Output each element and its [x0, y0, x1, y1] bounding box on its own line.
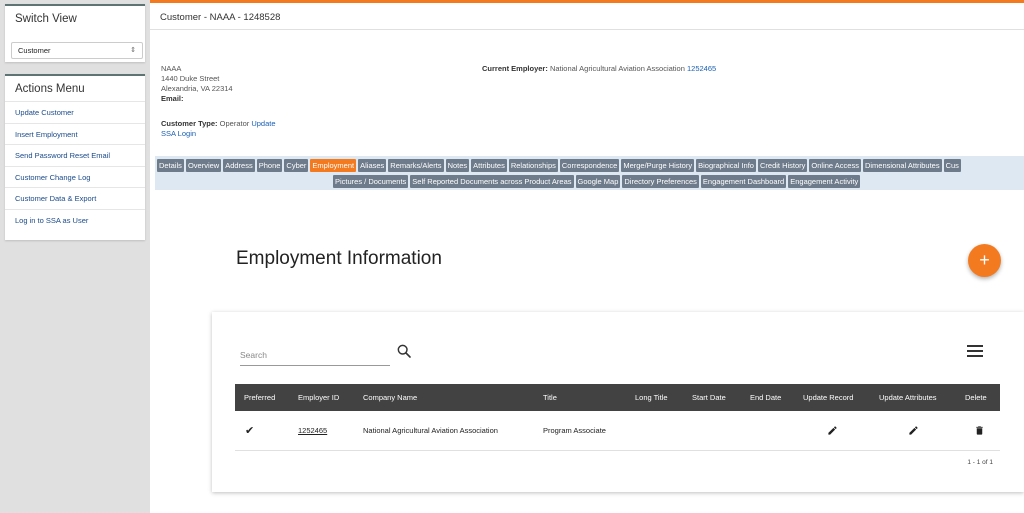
col-company-name[interactable]: Company Name [363, 384, 417, 411]
action-login-ssa-as-user[interactable]: Log in to SSA as User [5, 210, 145, 232]
tab-correspondence[interactable]: Correspondence [559, 159, 620, 172]
table-header: Preferred Employer ID Company Name Title… [235, 384, 1000, 411]
action-customer-data-export[interactable]: Customer Data & Export [5, 188, 145, 210]
tab-cyber[interactable]: Cyber [284, 159, 309, 172]
customer-email-label: Email: [161, 94, 184, 103]
main-content: Customer - NAAA - 1248528 NAAA 1440 Duke… [150, 0, 1024, 513]
current-employer-label: Current Employer: [482, 64, 548, 73]
tab-dimensional-attributes[interactable]: Dimensional Attributes [862, 159, 942, 172]
tab-phone[interactable]: Phone [256, 159, 283, 172]
update-attributes-pencil-icon[interactable] [908, 425, 919, 436]
current-employer-id-link[interactable]: 1252465 [687, 64, 716, 73]
customer-city: Alexandria, VA 22314 [161, 84, 233, 93]
tab-engagement-activity[interactable]: Engagement Activity [788, 175, 861, 188]
tab-google-map[interactable]: Google Map [575, 175, 621, 188]
add-employment-button[interactable]: + [968, 244, 1001, 277]
current-employer: Current Employer: National Agricultural … [482, 64, 716, 73]
col-preferred[interactable]: Preferred [244, 384, 275, 411]
sort-arrows-icon: ⇕ [130, 47, 136, 54]
current-employer-name: National Agricultural Aviation Associati… [549, 64, 685, 73]
col-employer-id[interactable]: Employer ID [298, 384, 339, 411]
col-title[interactable]: Title [543, 384, 557, 411]
tab-merge-purge-history[interactable]: Merge/Purge History [621, 159, 695, 172]
customer-type-update-link[interactable]: Update [251, 119, 275, 128]
left-sidebar: Switch View Customer ⇕ Actions Menu Upda… [0, 0, 150, 513]
table-row: ✔ 1252465 National Agricultural Aviation… [235, 417, 1000, 451]
actions-menu-panel: Actions Menu Update Customer Insert Empl… [5, 74, 145, 240]
tab-online-access[interactable]: Online Access [809, 159, 861, 172]
action-send-password-reset[interactable]: Send Password Reset Email [5, 145, 145, 167]
customer-type-label: Customer Type: [161, 119, 218, 128]
actions-menu-title: Actions Menu [5, 76, 145, 102]
tab-notes[interactable]: Notes [445, 159, 470, 172]
switch-view-selected: Customer [18, 46, 51, 55]
tab-row-2: Pictures / Documents Self Reported Docume… [333, 175, 861, 188]
customer-address-block: NAAA 1440 Duke Street Alexandria, VA 223… [161, 64, 233, 104]
tab-biographical-info[interactable]: Biographical Info [696, 159, 756, 172]
tab-engagement-dashboard[interactable]: Engagement Dashboard [700, 175, 787, 188]
customer-type-block: Customer Type: Operator Update SSA Login [161, 119, 276, 139]
action-insert-employment[interactable]: Insert Employment [5, 124, 145, 145]
tab-details[interactable]: Details [157, 159, 184, 172]
switch-view-title: Switch View [15, 13, 77, 25]
menu-icon[interactable] [967, 344, 983, 358]
update-record-pencil-icon[interactable] [827, 425, 838, 436]
tab-pictures-documents[interactable]: Pictures / Documents [333, 175, 409, 188]
tab-employment[interactable]: Employment [310, 159, 357, 172]
pagination-text: 1 - 1 of 1 [967, 459, 993, 466]
customer-name: NAAA [161, 64, 182, 73]
customer-street: 1440 Duke Street [161, 74, 220, 83]
col-start-date[interactable]: Start Date [692, 384, 726, 411]
tab-overview[interactable]: Overview [185, 159, 222, 172]
tab-address[interactable]: Address [223, 159, 255, 172]
tab-row-1: Details Overview Address Phone Cyber Employme… [157, 159, 961, 172]
employment-card: Preferred Employer ID Company Name Title… [212, 312, 1024, 492]
tab-aliases[interactable]: Aliases [358, 159, 387, 172]
action-update-customer[interactable]: Update Customer [5, 102, 145, 124]
company-name-cell: National Agricultural Aviation Associati… [363, 426, 498, 435]
tab-remarks-alerts[interactable]: Remarks/Alerts [388, 159, 444, 172]
customer-tabs: Details Overview Address Phone Cyber Employme… [155, 156, 1024, 190]
ssa-login-link[interactable]: SSA Login [161, 129, 196, 138]
search-input[interactable] [240, 344, 390, 366]
tab-cus[interactable]: Cus [943, 159, 961, 172]
employment-title: Employment Information [236, 248, 442, 269]
col-update-record[interactable]: Update Record [803, 384, 853, 411]
tab-relationships[interactable]: Relationships [508, 159, 558, 172]
title-cell: Program Associate [543, 426, 606, 435]
switch-view-panel: Switch View Customer ⇕ [5, 4, 145, 62]
action-customer-change-log[interactable]: Customer Change Log [5, 167, 145, 188]
tab-attributes[interactable]: Attributes [471, 159, 507, 172]
col-update-attributes[interactable]: Update Attributes [879, 384, 937, 411]
search-icon[interactable] [396, 343, 412, 359]
switch-view-select[interactable]: Customer ⇕ [11, 42, 143, 59]
col-delete[interactable]: Delete [965, 384, 987, 411]
col-end-date[interactable]: End Date [750, 384, 781, 411]
employer-id-link[interactable]: 1252465 [298, 426, 327, 435]
col-long-title[interactable]: Long Title [635, 384, 668, 411]
tab-directory-preferences[interactable]: Directory Preferences [622, 175, 699, 188]
tab-credit-history[interactable]: Credit History [757, 159, 808, 172]
customer-type-value: Operator [219, 119, 250, 128]
delete-trash-icon[interactable] [974, 425, 985, 436]
tab-self-reported-documents-across-product-areas[interactable]: Self Reported Documents across Product A… [410, 175, 574, 188]
page-title: Customer - NAAA - 1248528 [150, 0, 1024, 30]
preferred-check-icon: ✔ [245, 425, 255, 437]
